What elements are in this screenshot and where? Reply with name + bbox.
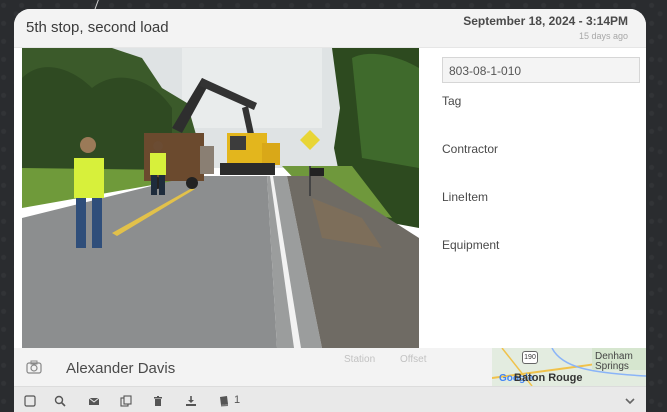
map-city-baton-rouge: Baton Rouge [514,372,583,384]
camera-icon[interactable] [26,359,42,375]
id-field[interactable]: 803-08-1-010 [442,57,640,83]
trash-icon[interactable] [152,394,164,406]
record-date: September 18, 2024 - 3:14PM [463,14,628,28]
action-toolbar: 1 [14,386,646,412]
relative-time: 15 days ago [578,31,628,41]
book-icon[interactable] [218,394,230,407]
lineitem-label: LineItem [442,190,489,204]
zoom-icon[interactable] [54,394,66,407]
tag-label: Tag [442,94,462,108]
map-city-denham: Denham Springs [595,351,633,372]
download-icon[interactable] [185,394,197,406]
map-thumbnail[interactable]: 190 Denham Springs Google Baton Rouge [492,348,646,386]
copy-icon[interactable] [120,394,132,407]
site-photo[interactable] [22,48,419,348]
mail-icon[interactable] [88,394,100,406]
offset-label: Offset [400,354,427,365]
station-label: Station [344,354,376,365]
photo-record-card: 5th stop, second load September 18, 2024… [14,9,646,412]
author-name: Alexander Davis [66,360,176,377]
record-title: 5th stop, second load [26,19,169,36]
card-footer: Alexander Davis Station Offset 190 Denha… [14,348,646,386]
photo-count: 1 [234,394,241,406]
equipment-label: Equipment [442,238,500,252]
contractor-label: Contractor [442,142,499,156]
checkbox-icon[interactable] [24,394,36,407]
route-shield: 190 [522,351,538,364]
chevron-down-icon[interactable] [624,394,636,406]
card-header: 5th stop, second load September 18, 2024… [14,9,646,48]
